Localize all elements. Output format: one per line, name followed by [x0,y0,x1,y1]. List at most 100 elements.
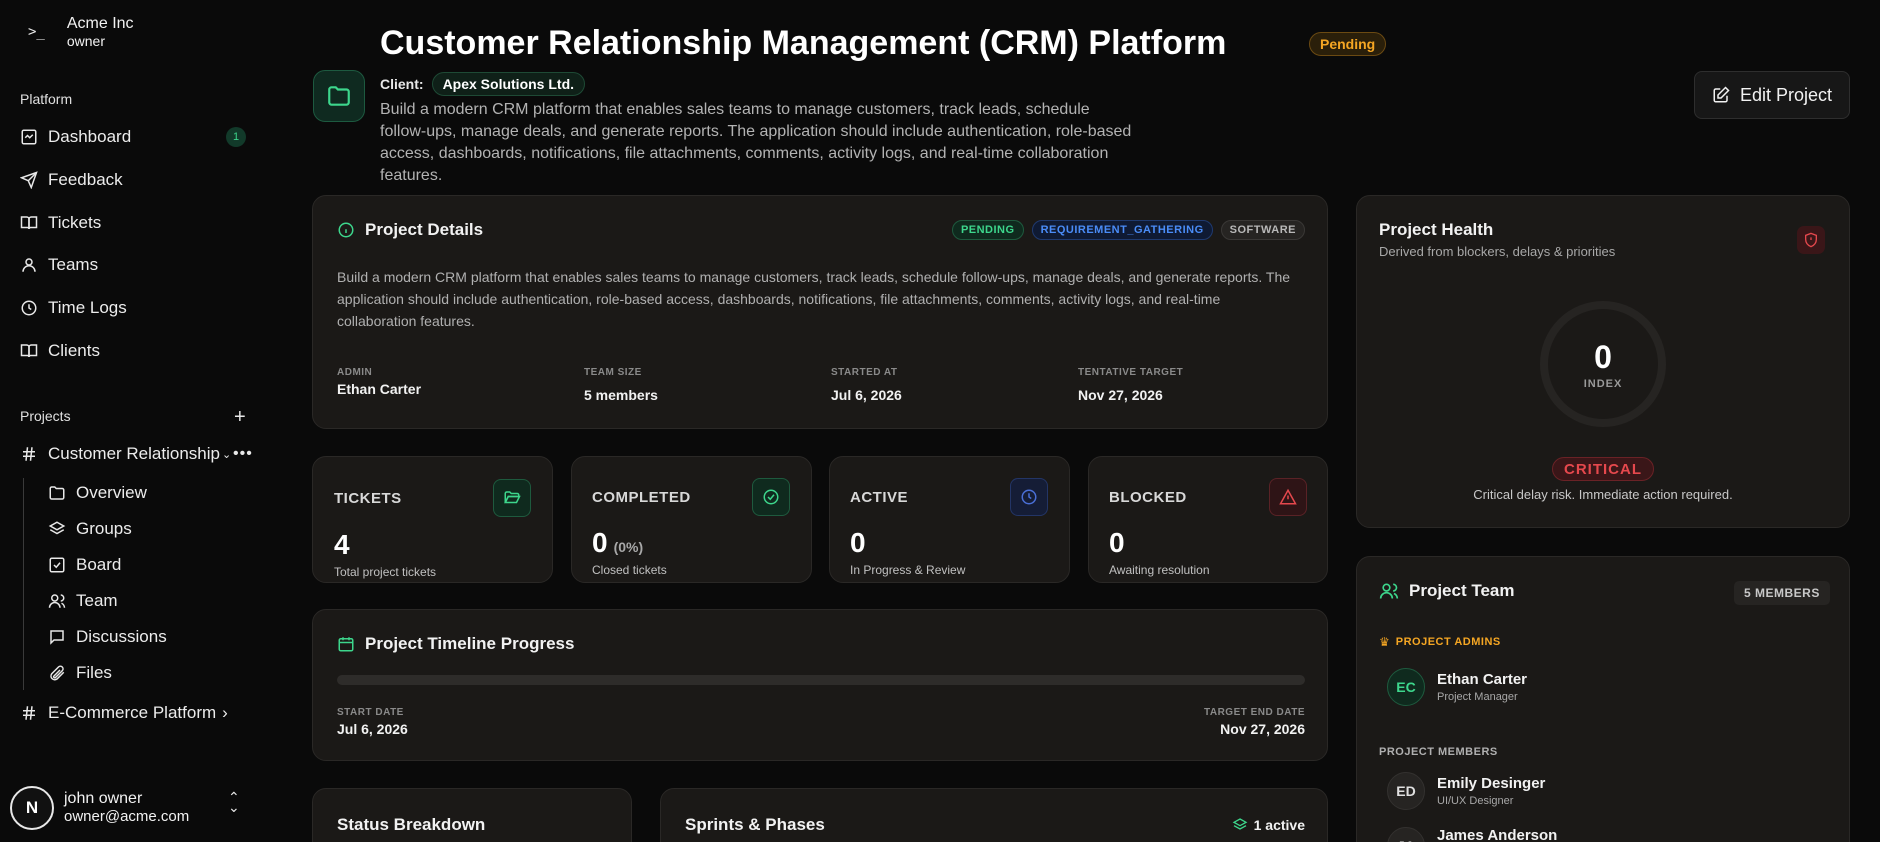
member-name: James Anderson [1437,827,1558,842]
sidebar-item-label: Dashboard [48,127,132,146]
sidebar-item-teams[interactable]: Teams [20,250,246,280]
sprints-card: Sprints & Phases 1 active [660,788,1328,842]
project-nav-label: Files [76,663,112,682]
project-nav-files[interactable]: Files [48,658,112,688]
clock-icon [21,300,37,316]
team-title: Project Team [1409,581,1515,600]
more-options-icon[interactable]: ••• [233,445,253,463]
layers-icon [48,521,66,535]
terminal-icon: >_ [28,23,45,40]
timeline-end-label: TARGET END DATE [1203,707,1305,718]
sidebar-item-clients[interactable]: Clients [20,336,246,366]
checkbox-icon [49,557,65,573]
project-nav-label: Board [76,555,122,574]
chevron-down-icon: ⌄ [221,448,232,461]
platform-label: Platform [20,91,73,107]
edit-project-button[interactable]: Edit Project [1694,71,1850,119]
project-nav-groups[interactable]: Groups [48,514,132,544]
team-member[interactable]: ED Emily Desinger UI/UX Designer [1387,772,1545,810]
project-label: Customer Relationship [48,444,220,463]
stat-value: 0 [1109,527,1125,558]
sidebar-item-label: Tickets [48,213,102,232]
app-root: >_ Acme Inc owner Platform Dashboard 1 F… [0,0,1880,842]
project-label: E-Commerce Platform [48,703,217,722]
client-label: Client: [380,76,424,92]
sidebar-project-ecommerce[interactable]: E-Commerce Platform › [20,698,228,728]
phase-tag: REQUIREMENT_GATHERING [1031,220,1213,240]
member-role: UI/UX Designer [1437,795,1514,807]
member-name: Ethan Carter [1437,671,1528,688]
hash-icon [23,706,35,720]
team-member[interactable]: JA James Anderson [1387,827,1557,842]
project-folder-icon [313,70,365,122]
meta-label: ADMIN [337,367,373,378]
client-chip[interactable]: Apex Solutions Ltd. [431,72,586,96]
avatar: ED [1387,772,1425,810]
project-nav-overview[interactable]: Overview [48,478,147,508]
projects-label: Projects [20,408,71,424]
project-nav-label: Groups [76,519,132,538]
meta-target: TENTATIVE TARGET Nov 27, 2026 [1078,367,1183,403]
status-badge: Pending [1309,32,1387,56]
shield-alert-icon [1797,226,1825,254]
status-breakdown-card: Status Breakdown [312,788,632,842]
users-icon [1379,583,1399,599]
dashboard-icon [21,129,37,145]
add-project-icon[interactable]: + [234,406,246,429]
dashboard-count-badge: 1 [226,127,246,147]
admins-label: PROJECT ADMINS [1395,636,1501,648]
edit-icon [1713,86,1730,103]
sidebar-item-time-logs[interactable]: Time Logs [20,293,246,323]
book-icon [20,216,38,230]
meta-label: TENTATIVE TARGET [1078,367,1184,378]
org-switcher[interactable]: >_ Acme Inc owner [28,14,134,49]
stat-title: TICKETS [334,490,402,507]
stat-card-tickets: TICKETS 4 Total project tickets [312,456,553,583]
sidebar-item-tickets[interactable]: Tickets [20,208,246,238]
project-nav-board[interactable]: Board [48,550,121,580]
stat-title: COMPLETED [592,489,691,506]
team-member-admin[interactable]: EC Ethan Carter Project Manager [1387,668,1527,706]
project-nav-team[interactable]: Team [48,586,118,616]
avatar: EC [1387,668,1425,706]
health-index-ring: 0 INDEX [1540,301,1666,427]
timeline-end-value: Nov 27, 2026 [1220,721,1305,737]
user-name: john owner [64,790,143,807]
book-open-icon [20,344,38,358]
project-nav-label: Team [76,591,118,610]
sidebar-item-label: Teams [48,255,99,274]
project-nav-discussions[interactable]: Discussions [48,622,167,652]
health-index-value: 0 [1594,338,1612,375]
user-menu[interactable]: N john owner owner@acme.com [10,786,189,830]
stat-title: ACTIVE [850,489,909,506]
sidebar-item-feedback[interactable]: Feedback [20,165,246,195]
org-role: owner [66,33,105,49]
sidebar: >_ Acme Inc owner Platform Dashboard 1 F… [0,0,262,842]
sidebar-item-dashboard[interactable]: Dashboard 1 [20,122,246,152]
stat-card-completed: COMPLETED 0 (0%) Closed tickets [571,456,812,583]
sidebar-project-crm[interactable]: Customer Relationship ⌄ [20,439,231,469]
timeline-progress-track [337,675,1305,685]
stat-subtitle: In Progress & Review [850,563,966,577]
page-title: Customer Relationship Management (CRM) P… [380,24,1227,62]
stat-percent: (0%) [613,539,644,555]
sidebar-item-label: Clients [48,341,100,360]
health-title: Project Health [1379,220,1494,239]
folder-open-icon [493,479,531,517]
stat-value: 4 [334,529,350,560]
team-count-badge: 5 MEMBERS [1734,581,1830,605]
message-icon [50,630,64,645]
members-label: PROJECT MEMBERS [1379,746,1498,758]
chevrons-up-down-icon[interactable]: ⌃ ⌄ [228,790,240,814]
timeline-title: Project Timeline Progress [365,634,575,653]
timeline-start-value: Jul 6, 2026 [337,721,408,737]
info-icon [338,222,354,238]
meta-admin: ADMIN Ethan Carter [337,367,421,397]
sidebar-item-label: Time Logs [48,298,127,317]
alert-triangle-icon [1269,478,1307,516]
send-icon [20,171,38,189]
sidebar-item-label: Feedback [48,170,123,189]
stat-subtitle: Total project tickets [334,565,437,579]
sprints-title: Sprints & Phases [685,815,825,834]
type-tag: SOFTWARE [1220,220,1305,240]
